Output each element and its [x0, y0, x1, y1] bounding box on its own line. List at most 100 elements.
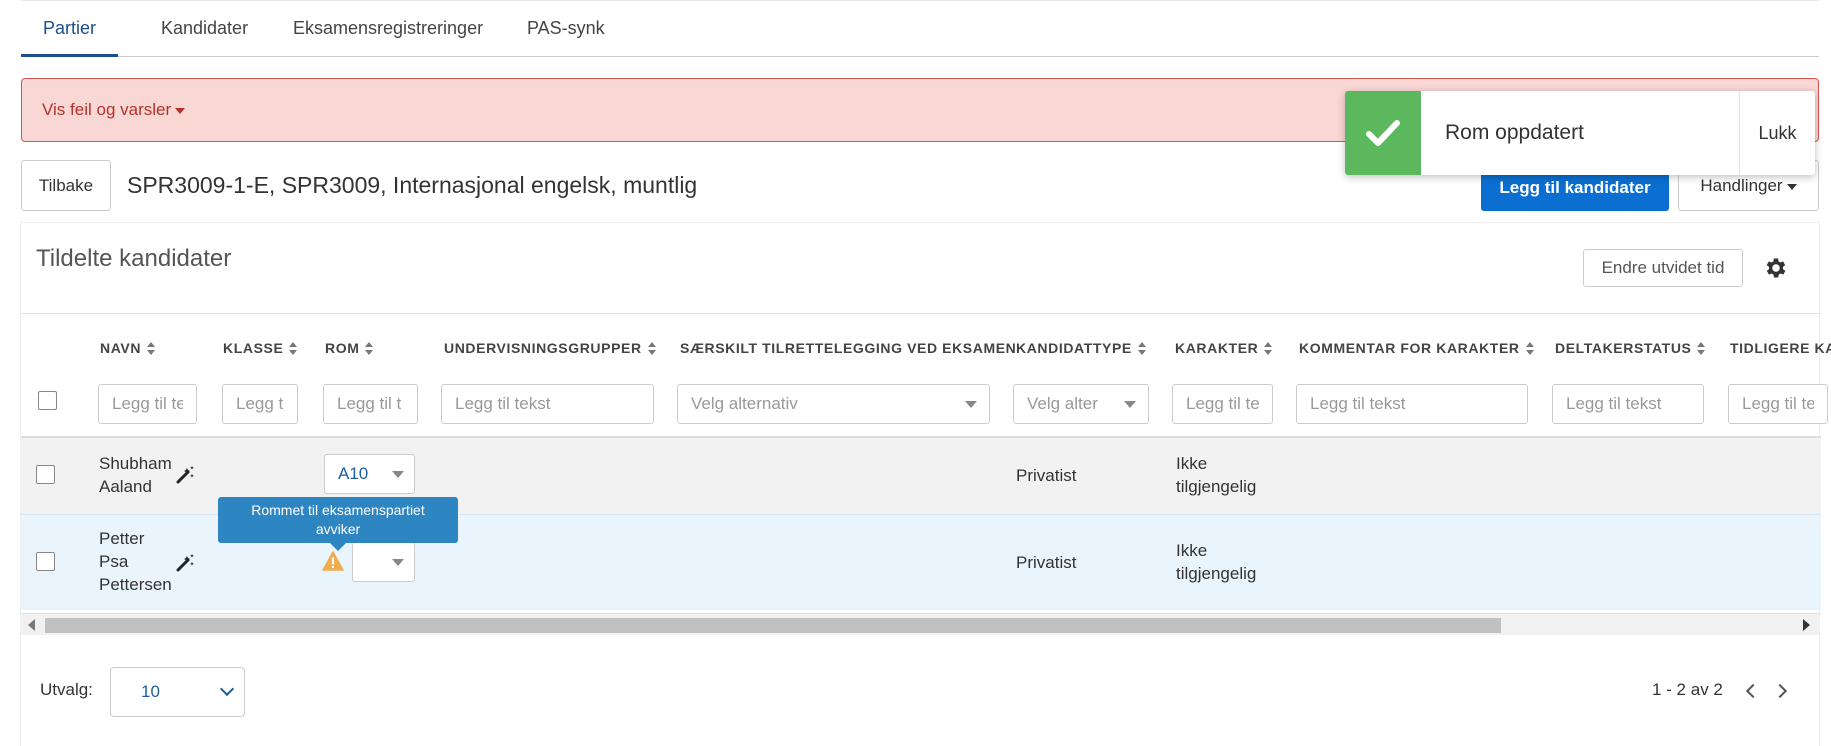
filter-karakter-input[interactable] [1172, 384, 1273, 424]
horizontal-scrollbar[interactable] [20, 613, 1820, 635]
column-header-navn[interactable]: NAVN [100, 340, 156, 356]
column-header-label: SÆRSKILT TILRETTELEGGING VED EKSAMEN [680, 340, 1017, 356]
actions-label: Handlinger [1700, 176, 1783, 195]
scroll-right-arrow-icon[interactable] [1803, 619, 1810, 631]
caret-down-icon [1786, 183, 1797, 190]
filter-kommentar-input[interactable] [1296, 384, 1528, 424]
filter-navn-input[interactable] [98, 384, 197, 424]
tooltip-line: avviker [315, 521, 361, 537]
back-button[interactable]: Tilbake [21, 160, 111, 211]
row-checkbox[interactable] [36, 552, 55, 571]
magic-wand-icon[interactable] [175, 553, 195, 573]
scroll-left-arrow-icon[interactable] [28, 619, 35, 631]
gear-icon[interactable] [1763, 255, 1789, 281]
filter-tilrettelegging-select[interactable]: Velg alternativ [677, 384, 990, 424]
karakter-value: Ikke tilgjengelig [1176, 539, 1256, 585]
page-size-select[interactable]: 10 [110, 667, 245, 717]
candidate-name: Petter Psa Pettersen [99, 527, 172, 596]
tab-eksamensregistreringer[interactable]: Eksamensregistreringer [271, 1, 505, 57]
sort-icon [289, 342, 298, 356]
column-header-undervisningsgrupper[interactable]: UNDERVISNINGSGRUPPER [444, 340, 656, 356]
chevron-down-icon [1124, 401, 1136, 408]
column-header-klasse[interactable]: KLASSE [223, 340, 298, 356]
column-header-label: KOMMENTAR FOR KARAKTER [1299, 340, 1520, 356]
name-line: Shubham [99, 454, 172, 473]
column-header-karakter[interactable]: KARAKTER [1175, 340, 1273, 356]
tooltip-line: Rommet til eksamenspartiet [251, 502, 425, 518]
kandidattype-value: Privatist [1016, 466, 1077, 485]
karakter-line: tilgjengelig [1176, 477, 1257, 496]
karakter-line: tilgjengelig [1176, 564, 1257, 583]
select-placeholder: Velg alternativ [691, 394, 798, 413]
page-size-value: 10 [141, 682, 160, 701]
sort-icon [647, 342, 656, 356]
row-checkbox[interactable] [36, 465, 55, 484]
filter-deltakerstatus-input[interactable] [1552, 384, 1704, 424]
page-title: SPR3009-1-E, SPR3009, Internasjonal enge… [127, 172, 698, 198]
room-select[interactable]: A10 [324, 454, 415, 494]
panel-title: Tildelte kandidater [36, 245, 232, 272]
sort-icon [365, 342, 374, 356]
chevron-down-icon [392, 471, 404, 478]
candidates-panel: Tildelte kandidater Endre utvidet tid NA… [20, 222, 1831, 746]
chevron-down-icon [219, 681, 235, 697]
divider [21, 313, 1821, 314]
check-icon [1345, 91, 1421, 175]
room-mismatch-tooltip: Rommet til eksamenspartiet avviker [218, 497, 458, 551]
magic-wand-icon[interactable] [175, 465, 195, 485]
toast-message: Rom oppdatert [1445, 121, 1584, 144]
page-size-label: Utvalg: [40, 680, 93, 699]
select-all-checkbox[interactable] [38, 391, 57, 410]
tab-pas-synk[interactable]: PAS-synk [505, 1, 627, 57]
scrollbar-thumb[interactable] [45, 618, 1501, 633]
kandidattype-value: Privatist [1016, 553, 1077, 572]
column-header-label: NAVN [100, 340, 142, 356]
show-errors-label: Vis feil og varsler [42, 100, 172, 119]
select-placeholder: Velg alter [1027, 394, 1098, 413]
tab-kandidater[interactable]: Kandidater [139, 1, 270, 57]
extend-time-button[interactable]: Endre utvidet tid [1583, 249, 1743, 287]
sort-icon [147, 342, 156, 356]
filter-kandidattype-select[interactable]: Velg alter [1013, 384, 1149, 424]
success-toast: Rom oppdatert Lukk [1345, 91, 1815, 175]
sort-icon [1137, 342, 1146, 356]
sort-icon [1525, 342, 1534, 356]
chevron-down-icon [392, 559, 404, 566]
karakter-line: Ikke [1176, 541, 1208, 560]
filter-grupper-input[interactable] [441, 384, 654, 424]
column-header-label: KANDIDATTYPE [1016, 340, 1132, 356]
name-line: Aaland [99, 477, 152, 496]
column-header-kommentar[interactable]: KOMMENTAR FOR KARAKTER [1299, 340, 1534, 356]
sort-icon [1697, 342, 1706, 356]
column-header-label: KLASSE [223, 340, 284, 356]
filter-rom-input[interactable] [323, 384, 418, 424]
warning-icon[interactable] [322, 551, 344, 571]
column-header-label: UNDERVISNINGSGRUPPER [444, 340, 642, 356]
name-line: Petter [99, 529, 145, 548]
pagination-info: 1 - 2 av 2 [1652, 680, 1723, 699]
column-header-kandidattype[interactable]: KANDIDATTYPE [1016, 340, 1146, 356]
karakter-value: Ikke tilgjengelig [1176, 452, 1256, 498]
caret-down-icon [175, 107, 186, 114]
name-line: Pettersen [99, 575, 172, 594]
toast-close-button[interactable]: Lukk [1739, 91, 1815, 175]
candidate-name: Shubham Aaland [99, 452, 172, 498]
column-header-tilrettelegging: SÆRSKILT TILRETTELEGGING VED EKSAMEN [680, 340, 1016, 356]
column-header-label: KARAKTER [1175, 340, 1259, 356]
column-header-label: ROM [325, 340, 360, 356]
show-errors-toggle[interactable]: Vis feil og varsler [42, 79, 186, 141]
karakter-line: Ikke [1176, 454, 1208, 473]
name-line: Psa [99, 552, 129, 571]
room-select[interactable] [352, 542, 415, 582]
sort-icon [1264, 342, 1273, 356]
tab-bar: Partier Kandidater Eksamensregistreringe… [21, 0, 1819, 57]
column-header-tidligere[interactable]: TIDLIGERE KA [1730, 340, 1831, 356]
filter-tidligere-input[interactable] [1728, 384, 1828, 424]
chevron-down-icon [965, 401, 977, 408]
column-header-rom[interactable]: ROM [325, 340, 374, 356]
column-header-label: DELTAKERSTATUS [1555, 340, 1692, 356]
tab-partier[interactable]: Partier [21, 1, 119, 57]
filter-klasse-input[interactable] [222, 384, 298, 424]
column-header-deltakerstatus[interactable]: DELTAKERSTATUS [1555, 340, 1706, 356]
column-header-label: TIDLIGERE KA [1730, 340, 1831, 356]
